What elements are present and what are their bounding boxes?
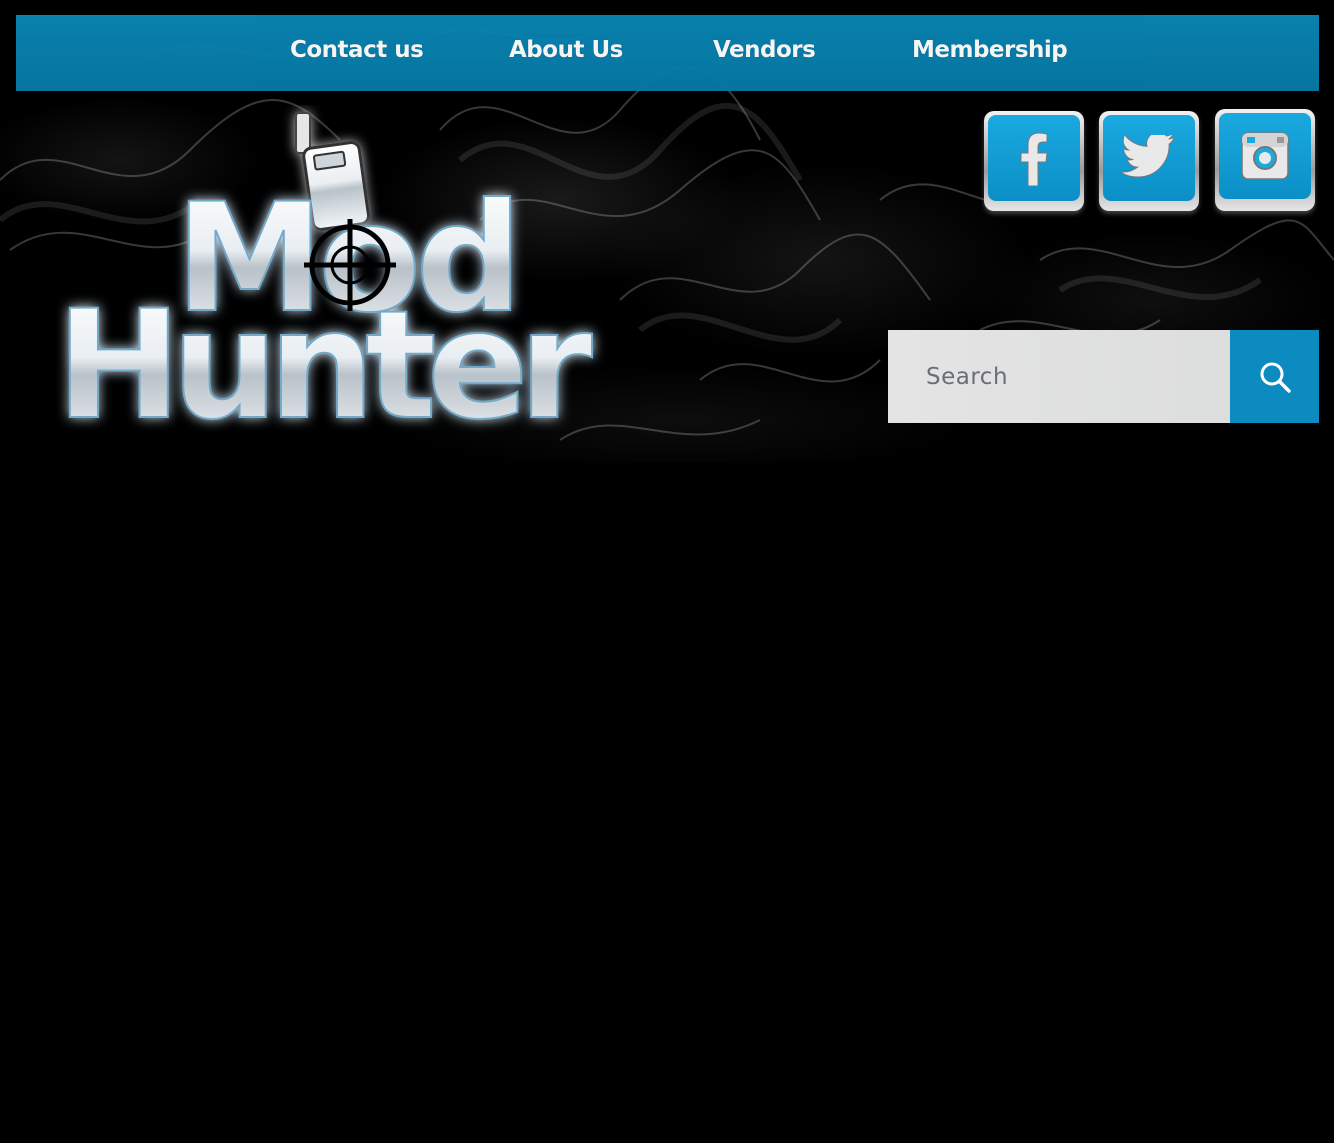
logo-line-hunter: Hunter xyxy=(56,279,593,435)
instagram-button[interactable] xyxy=(1215,109,1315,211)
search-icon xyxy=(1260,362,1291,393)
instagram-icon xyxy=(1241,132,1289,180)
search-bar xyxy=(888,330,1230,423)
nav-contact-us[interactable]: Contact us xyxy=(290,37,424,63)
nav-vendors[interactable]: Vendors xyxy=(713,37,816,63)
nav-membership[interactable]: Membership xyxy=(912,37,1068,63)
search-button[interactable] xyxy=(1230,330,1319,423)
logo-graphic: Mod Hunter xyxy=(55,112,604,454)
twitter-icon xyxy=(1121,135,1176,178)
top-nav-bar: Contact us About Us Vendors Membership xyxy=(16,15,1319,91)
facebook-button[interactable] xyxy=(984,111,1084,211)
facebook-icon xyxy=(1020,132,1048,186)
twitter-button[interactable] xyxy=(1099,111,1199,211)
mod-hunter-logo[interactable]: Mod Hunter xyxy=(50,105,620,454)
search-input[interactable] xyxy=(888,330,1230,423)
page: Contact us About Us Vendors Membership M… xyxy=(0,0,1334,1143)
nav-about-us[interactable]: About Us xyxy=(509,37,623,63)
